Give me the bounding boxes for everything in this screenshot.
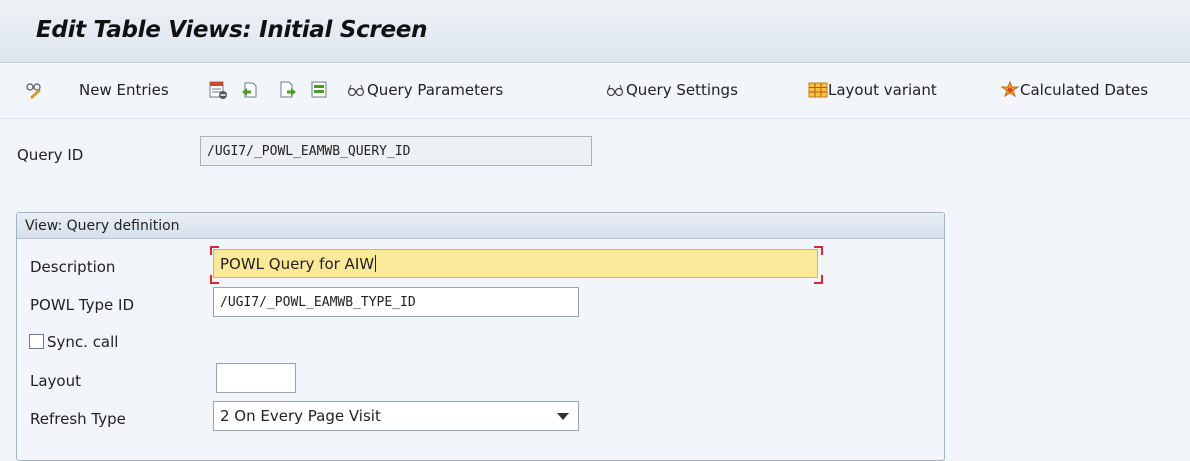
select-block-icon xyxy=(311,81,327,98)
required-corner xyxy=(814,275,823,284)
display-change-button[interactable] xyxy=(24,79,44,101)
sync-call-checkbox[interactable] xyxy=(29,334,44,349)
layout-field[interactable] xyxy=(216,363,296,393)
calculated-dates-label: Calculated Dates xyxy=(1020,81,1149,99)
query-settings-label: Query Settings xyxy=(626,81,738,99)
powl-type-field[interactable]: /UGI7/_POWL_EAMWB_TYPE_ID xyxy=(213,287,579,317)
group-title: View: Query definition xyxy=(17,213,944,239)
query-id-field[interactable]: /UGI7/_POWL_EAMWB_QUERY_ID xyxy=(200,136,592,166)
display-change-icon xyxy=(26,83,41,99)
refresh-type-value: 2 On Every Page Visit xyxy=(220,407,381,425)
glasses-icon xyxy=(347,84,365,97)
undo-icon xyxy=(242,82,257,98)
new-entries-label: New Entries xyxy=(79,81,169,99)
title-bar: Edit Table Views: Initial Screen xyxy=(0,0,1190,63)
new-entries-button[interactable]: New Entries xyxy=(79,79,169,101)
required-corner xyxy=(814,246,823,255)
powl-type-label: POWL Type ID xyxy=(30,296,135,314)
description-label: Description xyxy=(30,258,116,276)
calculator-star-icon xyxy=(1000,80,1020,98)
toolbar: New Entries Query Parameters Query Setti… xyxy=(0,63,1190,119)
required-corner xyxy=(210,275,219,284)
refresh-type-label: Refresh Type xyxy=(30,410,126,428)
select-all-button[interactable] xyxy=(310,79,330,101)
query-id-label: Query ID xyxy=(17,146,84,164)
refresh-type-dropdown[interactable]: 2 On Every Page Visit xyxy=(213,401,579,431)
sync-call-label: Sync. call xyxy=(47,333,119,351)
query-settings-button[interactable]: Query Settings xyxy=(604,79,738,101)
glasses-icon xyxy=(606,84,624,97)
page-title: Edit Table Views: Initial Screen xyxy=(36,17,428,43)
delete-row-icon xyxy=(209,81,227,99)
description-value: POWL Query for AIW xyxy=(220,254,375,273)
chevron-down-icon[interactable] xyxy=(557,413,569,420)
layout-variant-button[interactable]: Layout variant xyxy=(808,79,937,101)
query-parameters-button[interactable]: Query Parameters xyxy=(345,79,503,101)
copy-icon xyxy=(280,81,296,98)
delete-button[interactable] xyxy=(208,79,228,101)
layout-variant-label: Layout variant xyxy=(828,81,937,99)
grid-table-icon xyxy=(808,82,828,98)
text-cursor xyxy=(375,255,377,272)
undo-change-button[interactable] xyxy=(240,79,260,101)
copy-as-button[interactable] xyxy=(278,79,298,101)
calculated-dates-button[interactable]: Calculated Dates xyxy=(1000,79,1148,101)
query-parameters-label: Query Parameters xyxy=(367,81,504,99)
required-corner xyxy=(210,246,219,255)
layout-label: Layout xyxy=(30,372,81,390)
description-field[interactable]: POWL Query for AIW xyxy=(213,249,818,278)
